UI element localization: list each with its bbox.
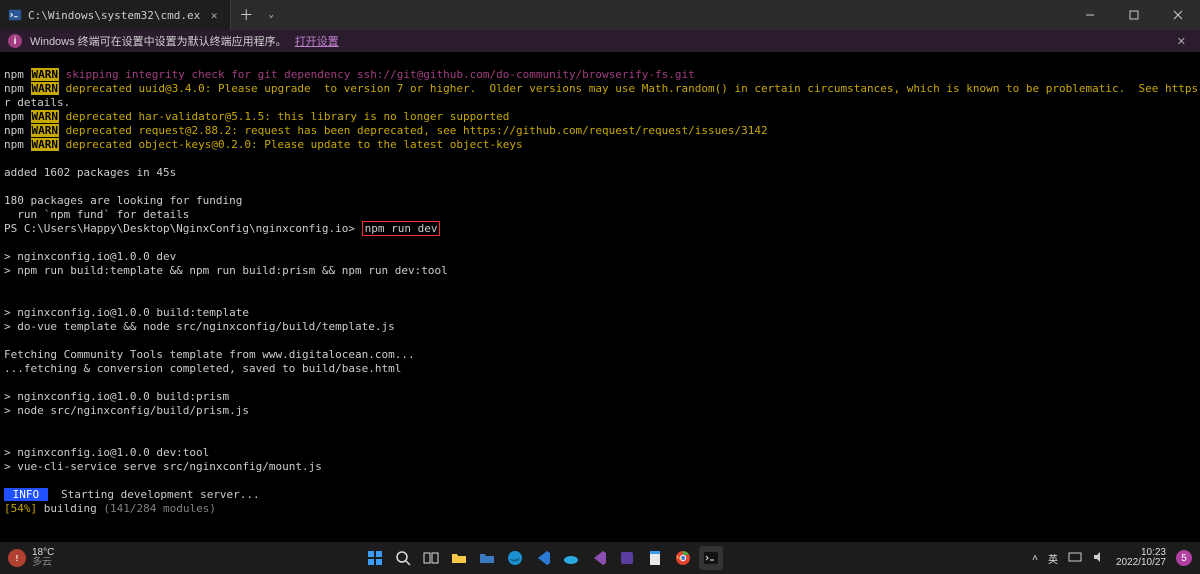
ime-indicator[interactable]: 英	[1048, 551, 1058, 566]
typed-command: npm run dev	[362, 221, 441, 236]
tab-cmd[interactable]: C:\Windows\system32\cmd.ex ✕	[0, 0, 231, 30]
terminal-line: deprecated object-keys@0.2.0: Please upd…	[66, 138, 523, 151]
terminal-line: > nginxconfig.io@1.0.0 build:prism	[4, 390, 229, 403]
info-icon: i	[8, 34, 22, 48]
terminal-icon	[8, 8, 22, 22]
maximize-button[interactable]	[1112, 0, 1156, 30]
taskbar: ! 18°C 多云	[0, 542, 1200, 574]
terminal-line: > vue-cli-service serve src/nginxconfig/…	[4, 460, 322, 473]
tab-title: C:\Windows\system32\cmd.ex	[28, 9, 200, 22]
window-controls	[1068, 0, 1200, 30]
clock[interactable]: 10:23 2022/10/27	[1116, 548, 1166, 568]
terminal-line: deprecated har-validator@5.1.5: this lib…	[66, 110, 510, 123]
new-tab-button[interactable]: ＋	[231, 5, 261, 25]
terminal-line: deprecated request@2.88.2: request has b…	[66, 124, 768, 137]
open-settings-link[interactable]: 打开设置	[295, 33, 339, 49]
chrome-icon[interactable]	[671, 546, 695, 570]
progress-word: building	[37, 502, 103, 515]
explorer-icon[interactable]	[447, 546, 471, 570]
taskbar-weather[interactable]: ! 18°C 多云	[0, 548, 54, 568]
close-button[interactable]	[1156, 0, 1200, 30]
terminal-line: 180 packages are looking for funding	[4, 194, 242, 207]
weather-alert-icon: !	[8, 549, 26, 567]
taskbar-tray: ˄ 英 10:23 2022/10/27 5	[1032, 548, 1200, 568]
network-icon[interactable]	[1068, 551, 1082, 566]
terminal-output[interactable]: npm WARN skipping integrity check for gi…	[0, 52, 1200, 542]
terminal-line: Starting development server...	[48, 488, 260, 501]
edge-icon[interactable]	[503, 546, 527, 570]
tab-strip: C:\Windows\system32\cmd.ex ✕ ＋ ⌄	[0, 0, 281, 30]
terminal-line: > npm run build:template && npm run buil…	[4, 264, 448, 277]
start-button[interactable]	[363, 546, 387, 570]
visual-studio-icon[interactable]	[587, 546, 611, 570]
terminal-line: > nginxconfig.io@1.0.0 dev	[4, 250, 176, 263]
terminal-line: > nginxconfig.io@1.0.0 dev:tool	[4, 446, 209, 459]
banner-text: Windows 终端可在设置中设置为默认终端应用程序。	[30, 33, 287, 49]
minimize-button[interactable]	[1068, 0, 1112, 30]
weather-desc: 多云	[32, 558, 54, 568]
notepad-icon[interactable]	[643, 546, 667, 570]
explorer-icon-2[interactable]	[475, 546, 499, 570]
app-purple-icon[interactable]	[615, 546, 639, 570]
volume-icon[interactable]	[1092, 551, 1106, 566]
banner-close-button[interactable]: ✕	[1171, 35, 1192, 48]
terminal-line: Fetching Community Tools template from w…	[4, 348, 415, 361]
default-terminal-banner: i Windows 终端可在设置中设置为默认终端应用程序。 打开设置 ✕	[0, 30, 1200, 52]
terminal-line: deprecated uuid@3.4.0: Please upgrade to…	[66, 82, 1200, 95]
taskbar-center	[363, 546, 723, 570]
terminal-line: run `npm fund` for details	[4, 208, 189, 221]
progress-detail: (141/284 modules)	[103, 502, 216, 515]
terminal-line: added 1602 packages in 45s	[4, 166, 176, 179]
progress-pct: [54%]	[4, 502, 37, 515]
terminal-line: r details.	[4, 96, 70, 109]
terminal-line: > nginxconfig.io@1.0.0 build:template	[4, 306, 249, 319]
vscode-icon[interactable]	[531, 546, 555, 570]
clock-date: 2022/10/27	[1116, 558, 1166, 568]
tab-dropdown-button[interactable]: ⌄	[261, 10, 281, 20]
search-icon[interactable]	[391, 546, 415, 570]
task-view-icon[interactable]	[419, 546, 443, 570]
terminal-line: skipping integrity check for git depende…	[66, 68, 695, 81]
terminal-line: > do-vue template && node src/nginxconfi…	[4, 320, 395, 333]
onedrive-icon[interactable]	[559, 546, 583, 570]
prompt-path: PS C:\Users\Happy\Desktop\NginxConfig\ng…	[4, 222, 355, 235]
terminal-line: > node src/nginxconfig/build/prism.js	[4, 404, 249, 417]
window-titlebar: C:\Windows\system32\cmd.ex ✕ ＋ ⌄	[0, 0, 1200, 30]
terminal-line: ...fetching & conversion completed, save…	[4, 362, 401, 375]
notification-badge[interactable]: 5	[1176, 550, 1192, 566]
terminal-taskbar-icon[interactable]	[699, 546, 723, 570]
tab-close-button[interactable]: ✕	[206, 9, 222, 22]
tray-chevron-icon[interactable]: ˄	[1032, 553, 1038, 564]
info-badge: INFO	[4, 488, 48, 501]
